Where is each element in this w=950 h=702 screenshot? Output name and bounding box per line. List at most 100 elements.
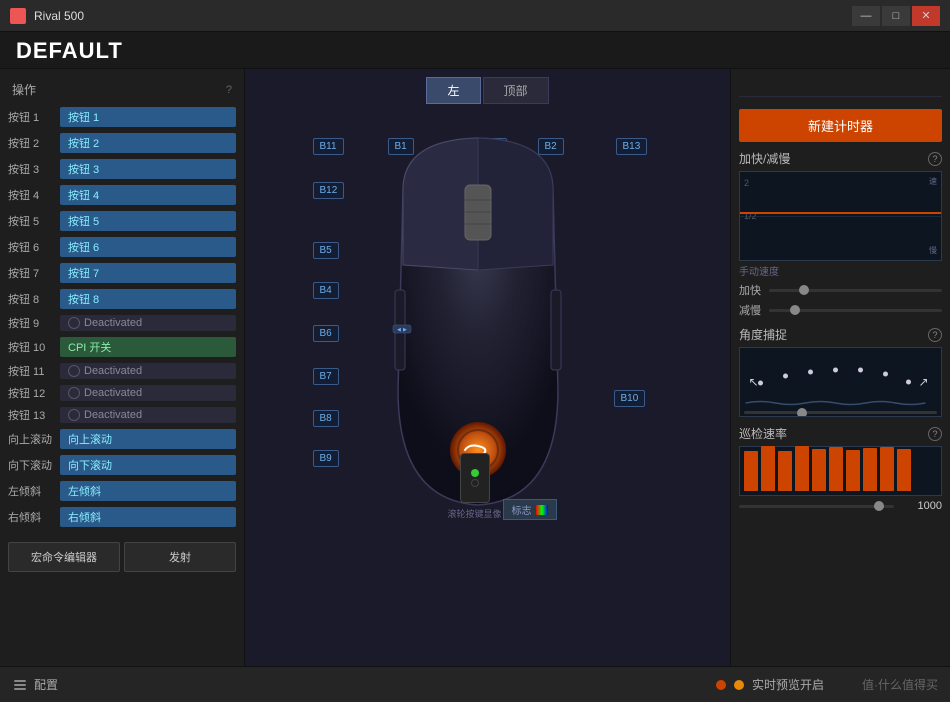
label-b9[interactable]: B9 xyxy=(313,450,339,467)
accel-slider-track[interactable] xyxy=(769,289,942,292)
poll-bar-5 xyxy=(829,447,843,491)
svg-text:↖: ↖ xyxy=(749,375,759,389)
button-row-btn13[interactable]: 按钮 13Deactivated xyxy=(0,404,244,426)
poll-label: 巡检速率 xyxy=(739,425,787,442)
status-left: 配置 xyxy=(12,676,58,693)
button-row-btn10[interactable]: 按钮 10CPI 开关 xyxy=(0,334,244,360)
btn-label-scroll_down: 向下滚动 xyxy=(8,457,60,473)
poll-header: 巡检速率 ? xyxy=(739,425,942,442)
svg-text:◀: ◀ xyxy=(397,327,401,333)
center-panel: 左 顶部 B11 B1 B3 B2 B13 B12 B5 B4 B6 B7 B8… xyxy=(245,69,730,666)
accel-chart: 2 1/2 速 慢 xyxy=(739,171,942,261)
button-row-btn6[interactable]: 按钮 6按钮 6 xyxy=(0,234,244,260)
btn-value-btn5: 按钮 5 xyxy=(60,211,236,231)
help-icon[interactable]: ? xyxy=(226,84,232,96)
deactivated-text: Deactivated xyxy=(84,317,142,329)
decel-slider-track[interactable] xyxy=(769,309,942,312)
preview-dot-red xyxy=(716,680,726,690)
new-timer-button[interactable]: 新建计时器 xyxy=(739,109,942,142)
poll-value: 1000 xyxy=(906,500,942,512)
label-b7[interactable]: B7 xyxy=(313,368,339,385)
btn-label-btn9: 按钮 9 xyxy=(8,315,60,331)
label-b11[interactable]: B11 xyxy=(313,138,344,155)
btn-label-btn8: 按钮 8 xyxy=(8,291,60,307)
indicator-box xyxy=(460,453,490,503)
macro-editor-button[interactable]: 宏命令编辑器 xyxy=(8,542,120,572)
btn-value-btn13: Deactivated xyxy=(60,407,236,423)
tab-top[interactable]: 顶部 xyxy=(483,77,549,104)
btn-label-tilt_right: 右倾斜 xyxy=(8,509,60,525)
close-button[interactable]: ✕ xyxy=(912,6,940,26)
button-row-tilt_right[interactable]: 右倾斜右倾斜 xyxy=(0,504,244,530)
angle-header: 角度捕捉 ? xyxy=(739,326,942,343)
label-strip-text: 标志 xyxy=(512,502,532,517)
minimize-button[interactable]: — xyxy=(852,6,880,26)
btn-value-scroll_up: 向上滚动 xyxy=(60,429,236,449)
config-label[interactable]: 配置 xyxy=(34,676,58,693)
label-b5[interactable]: B5 xyxy=(313,242,339,259)
button-row-tilt_left[interactable]: 左倾斜左倾斜 xyxy=(0,478,244,504)
app-title: Rival 500 xyxy=(34,9,852,23)
btn-label-scroll_up: 向上滚动 xyxy=(8,431,60,447)
btn-value-btn9: Deactivated xyxy=(60,315,236,331)
button-row-scroll_up[interactable]: 向上滚动向上滚动 xyxy=(0,426,244,452)
button-row-btn11[interactable]: 按钮 11Deactivated xyxy=(0,360,244,382)
button-row-btn7[interactable]: 按钮 7按钮 7 xyxy=(0,260,244,286)
window-controls: — □ ✕ xyxy=(852,6,940,26)
poll-bar-3 xyxy=(795,446,809,491)
poll-slider-thumb[interactable] xyxy=(874,501,884,511)
angle-help-icon[interactable]: ? xyxy=(928,328,942,342)
deactivated-text: Deactivated xyxy=(84,387,142,399)
decel-slider-thumb[interactable] xyxy=(790,305,800,315)
label-b10[interactable]: B10 xyxy=(614,390,646,407)
button-row-btn9[interactable]: 按钮 9 Deactivated xyxy=(0,312,244,334)
poll-help-icon[interactable]: ? xyxy=(928,427,942,441)
label-b13[interactable]: B13 xyxy=(616,138,648,155)
button-row-btn1[interactable]: 按钮 1按钮 1 xyxy=(0,104,244,130)
btn-label-btn7: 按钮 7 xyxy=(8,265,60,281)
btn-label-btn2: 按钮 2 xyxy=(8,135,60,151)
label-b6[interactable]: B6 xyxy=(313,325,339,342)
deactivated-icon xyxy=(68,365,80,377)
accel-slider-thumb[interactable] xyxy=(799,285,809,295)
accel-help-icon[interactable]: ? xyxy=(928,152,942,166)
button-row-scroll_down[interactable]: 向下滚动向下滚动 xyxy=(0,452,244,478)
button-row-btn5[interactable]: 按钮 5按钮 5 xyxy=(0,208,244,234)
maximize-button[interactable]: □ xyxy=(882,6,910,26)
label-strip[interactable]: 标志 xyxy=(503,499,557,520)
angle-chart: ↖ ↗ xyxy=(739,347,942,417)
btn-label-btn5: 按钮 5 xyxy=(8,213,60,229)
poll-bar-8 xyxy=(880,447,894,491)
tab-left[interactable]: 左 xyxy=(426,77,480,104)
angle-slider-thumb[interactable] xyxy=(797,408,807,418)
poll-slider-row: 1000 xyxy=(739,500,942,512)
fire-button[interactable]: 发射 xyxy=(124,542,236,572)
top-spacer xyxy=(739,77,942,97)
label-b4[interactable]: B4 xyxy=(313,282,339,299)
poll-bar-1 xyxy=(761,446,775,491)
accel-slider-row: 加快 xyxy=(739,282,942,298)
btn-value-btn11: Deactivated xyxy=(60,363,236,379)
btn-value-btn3: 按钮 3 xyxy=(60,159,236,179)
angle-chart-svg: ↖ ↗ xyxy=(740,348,941,417)
deactivated-icon xyxy=(68,387,80,399)
decel-slider-label: 减慢 xyxy=(739,302,763,318)
label-speed-low: 慢 xyxy=(929,245,937,256)
button-row-btn8[interactable]: 按钮 8按钮 8 xyxy=(0,286,244,312)
btn-value-btn12: Deactivated xyxy=(60,385,236,401)
angle-slider-track[interactable] xyxy=(744,411,937,414)
button-row-btn4[interactable]: 按钮 4按钮 4 xyxy=(0,182,244,208)
label-b12[interactable]: B12 xyxy=(313,182,345,199)
right-panel: 新建计时器 加快/减慢 ? 2 1/2 速 慢 手动速度 加快 xyxy=(730,69,950,666)
btn-label-btn6: 按钮 6 xyxy=(8,239,60,255)
label-b8[interactable]: B8 xyxy=(313,410,339,427)
deactivated-text: Deactivated xyxy=(84,365,142,377)
left-panel: 操作 ? 按钮 1按钮 1按钮 2按钮 2按钮 3按钮 3按钮 4按钮 4按钮 … xyxy=(0,69,245,666)
btn-value-btn10: CPI 开关 xyxy=(60,337,236,357)
button-row-btn12[interactable]: 按钮 12Deactivated xyxy=(0,382,244,404)
angle-slider-row xyxy=(740,411,941,414)
label-strip-area: 标志 xyxy=(503,499,557,520)
button-row-btn2[interactable]: 按钮 2按钮 2 xyxy=(0,130,244,156)
button-row-btn3[interactable]: 按钮 3按钮 3 xyxy=(0,156,244,182)
poll-slider-track[interactable] xyxy=(739,505,894,508)
